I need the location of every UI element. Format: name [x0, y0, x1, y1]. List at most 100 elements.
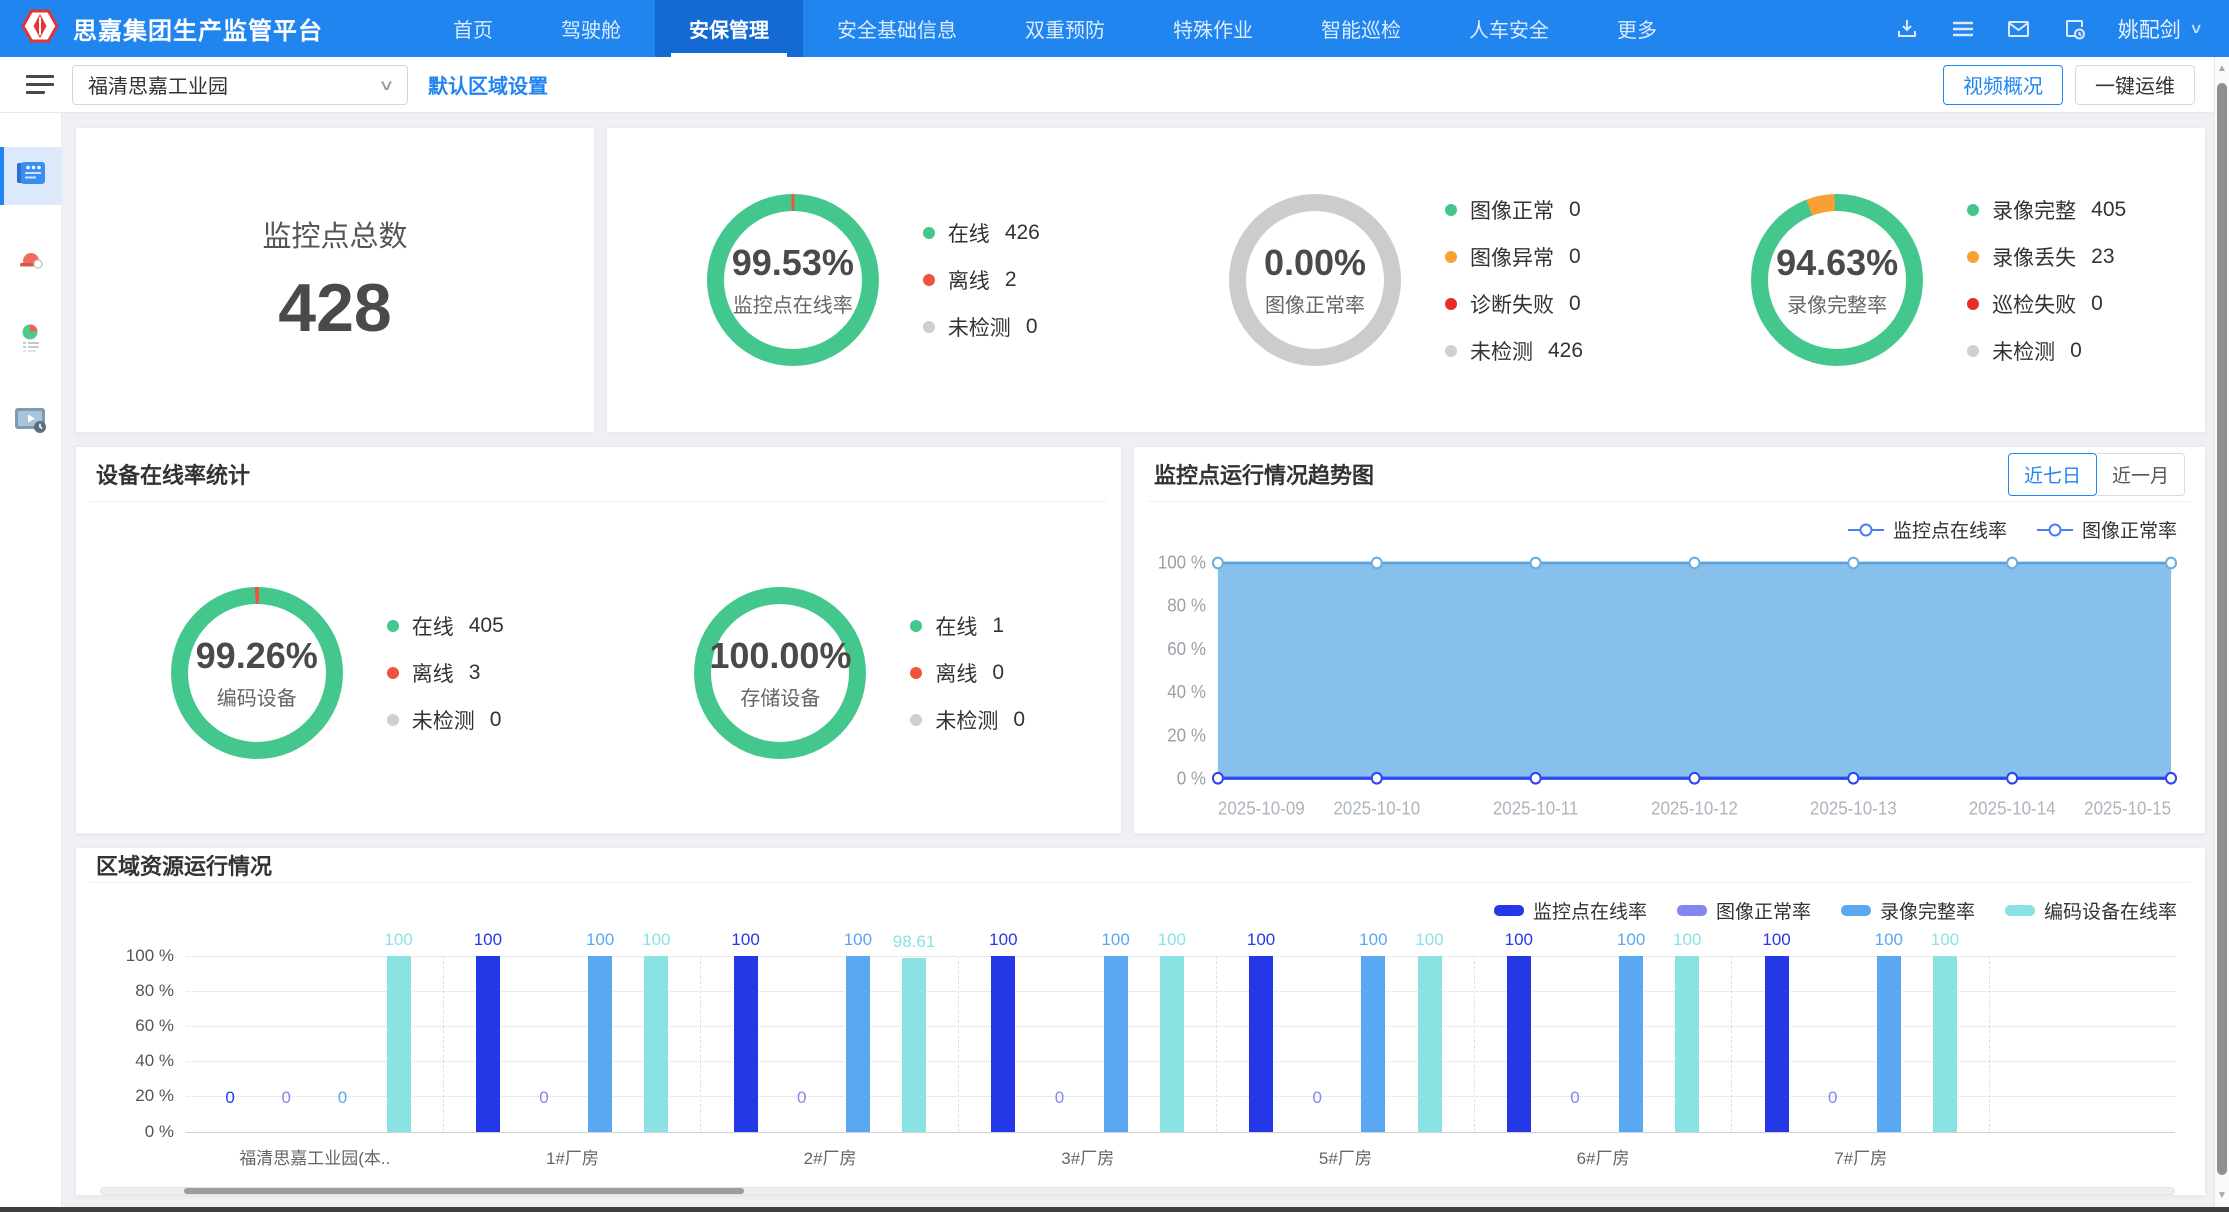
bar-plot: 0001001000100100100010098.61100010010010…: [186, 956, 2175, 1132]
svg-text:60 %: 60 %: [1167, 638, 1206, 659]
sidebar-item-report-pie[interactable]: [0, 311, 62, 369]
legend-series-name: 监控点在线率: [1533, 897, 1647, 924]
sidebar-item-monitor-wall[interactable]: [0, 147, 62, 205]
menu-lines-icon[interactable]: [1950, 16, 1976, 42]
y-axis-label: 40 %: [135, 1051, 174, 1071]
bar-group: 1000100100: [1731, 956, 1989, 1132]
scroll-down-arrow-icon[interactable]: ▼: [2215, 1190, 2229, 1201]
sidebar-item-video-diagnosis[interactable]: [0, 393, 62, 451]
legend-value: 0: [2070, 339, 2082, 363]
collapse-menu-icon[interactable]: [26, 75, 56, 94]
default-region-link[interactable]: 默认区域设置: [428, 70, 548, 99]
bar-slot: 0: [790, 956, 814, 1132]
legend-item: 在线1: [910, 611, 1025, 641]
brand: 思嘉集团生产监管平台: [0, 0, 349, 57]
time-range-tab[interactable]: 近一月: [2097, 453, 2185, 496]
bar-slot: 100: [991, 956, 1015, 1132]
download-icon[interactable]: [1894, 16, 1920, 42]
sidebar-item-alarm[interactable]: [0, 229, 62, 287]
legend-item: 离线2: [923, 265, 1040, 295]
one-key-ops-button[interactable]: 一键运维: [2075, 65, 2195, 105]
nav-item[interactable]: 驾驶舱: [527, 0, 655, 57]
bar-value-label: 100: [1617, 930, 1645, 950]
chart-legend-item[interactable]: 监控点在线率: [1494, 897, 1647, 924]
chart-legend-item[interactable]: 图像正常率: [1677, 897, 1811, 924]
bar-value-label: 100: [844, 930, 872, 950]
chart-legend-item[interactable]: 图像正常率: [2037, 516, 2177, 543]
svg-text:2025-10-14: 2025-10-14: [1969, 798, 2056, 819]
nav-item[interactable]: 特殊作业: [1139, 0, 1287, 57]
legend-item: 录像丢失23: [1967, 242, 2126, 272]
legend-label: 未检测: [948, 312, 1011, 342]
line-circle-marker-icon: [2037, 529, 2073, 531]
mail-icon[interactable]: [2006, 16, 2032, 42]
chart-legend-item[interactable]: 录像完整率: [1841, 897, 1975, 924]
x-axis-label: 6#厂房: [1474, 1144, 1732, 1169]
legend-item: 在线405: [387, 611, 504, 641]
time-range-tab[interactable]: 近七日: [2008, 453, 2097, 496]
legend-value: 0: [1569, 198, 1581, 222]
nav-item[interactable]: 更多: [1583, 0, 1691, 57]
bar-slot: 100: [588, 956, 612, 1132]
bar-group: 1000100100: [443, 956, 701, 1132]
bar-value-label: 0: [539, 1088, 548, 1108]
monitor-wall-icon: [14, 159, 48, 194]
vertical-scrollbar[interactable]: ▲ ▼: [2214, 57, 2229, 1207]
legend-dot-icon: [923, 274, 935, 286]
bar-value-label: 0: [1055, 1088, 1064, 1108]
nav-item[interactable]: 首页: [419, 0, 527, 57]
user-menu[interactable]: 姚配剑 ∨: [2118, 14, 2201, 44]
nav-item[interactable]: 智能巡检: [1287, 0, 1435, 57]
legend-dot-icon: [1967, 345, 1979, 357]
svg-text:2025-10-09: 2025-10-09: [1218, 798, 1305, 819]
device-online-card: 设备在线率统计 99.26%编码设备在线405离线3未检测0 100.00%存储…: [75, 446, 1122, 834]
legend-dot-icon: [1967, 251, 1979, 263]
bar: [1675, 956, 1699, 1132]
donut-ring: 99.53%监控点在线率: [707, 194, 879, 366]
bar-value-label: 100: [989, 930, 1017, 950]
video-overview-button[interactable]: 视频概况: [1943, 65, 2063, 105]
total-points-value: 428: [278, 269, 391, 347]
app-title: 思嘉集团生产监管平台: [73, 11, 323, 46]
donut-ring: 0.00%图像正常率: [1229, 194, 1401, 366]
legend-dot-icon: [910, 714, 922, 726]
bar-slot: 100: [1933, 956, 1957, 1132]
legend-label: 离线: [948, 265, 990, 295]
x-axis-label: 福清思嘉工业园(本..: [186, 1144, 444, 1169]
bar-slot: 100: [1361, 956, 1385, 1132]
legend-label: 录像完整: [1992, 195, 2076, 225]
encoding-device-donut: 99.26%编码设备在线405离线3未检测0: [76, 587, 599, 759]
region-select[interactable]: 福清思嘉工业园 ∨: [72, 65, 408, 105]
legend-value: 0: [1569, 245, 1581, 269]
video-diagnosis-icon: [13, 405, 49, 440]
nav-item[interactable]: 安保管理: [655, 0, 803, 57]
legend-item: 未检测0: [910, 705, 1025, 735]
bar-group: 1000100100: [958, 956, 1216, 1132]
legend-value: 0: [490, 708, 502, 732]
chart-legend-item[interactable]: 编码设备在线率: [2005, 897, 2177, 924]
bar: [644, 956, 668, 1132]
legend-swatch-icon: [1677, 905, 1707, 916]
donut-center: 94.63%录像完整率: [1768, 211, 1906, 349]
chart-legend-item[interactable]: 监控点在线率: [1848, 516, 2007, 543]
legend-dot-icon: [387, 667, 399, 679]
gridline: [186, 1132, 2175, 1133]
vertical-scrollbar-thumb[interactable]: [2217, 83, 2227, 1175]
legend-swatch-icon: [1494, 905, 1524, 916]
legend-label: 巡检失败: [1992, 289, 2076, 319]
report-clock-icon[interactable]: [2062, 16, 2088, 42]
horizontal-scrollbar[interactable]: [100, 1187, 2175, 1195]
nav-item[interactable]: 人车安全: [1435, 0, 1583, 57]
bar-yaxis: 100 %80 %60 %40 %20 %0 %: [100, 956, 186, 1132]
trend-legend: 监控点在线率 图像正常率: [1134, 502, 2205, 543]
bar-value-label: 100: [1505, 930, 1533, 950]
scroll-up-arrow-icon[interactable]: ▲: [2215, 63, 2229, 74]
legend-label: 图像异常: [1470, 242, 1554, 272]
bar-slot: 100: [1418, 956, 1442, 1132]
legend-value: 0: [992, 661, 1004, 685]
legend-value: 23: [2091, 245, 2114, 269]
nav-item[interactable]: 双重预防: [991, 0, 1139, 57]
nav-item[interactable]: 安全基础信息: [803, 0, 991, 57]
bar-value-label: 100: [1673, 930, 1701, 950]
horizontal-scrollbar-thumb[interactable]: [184, 1188, 744, 1194]
